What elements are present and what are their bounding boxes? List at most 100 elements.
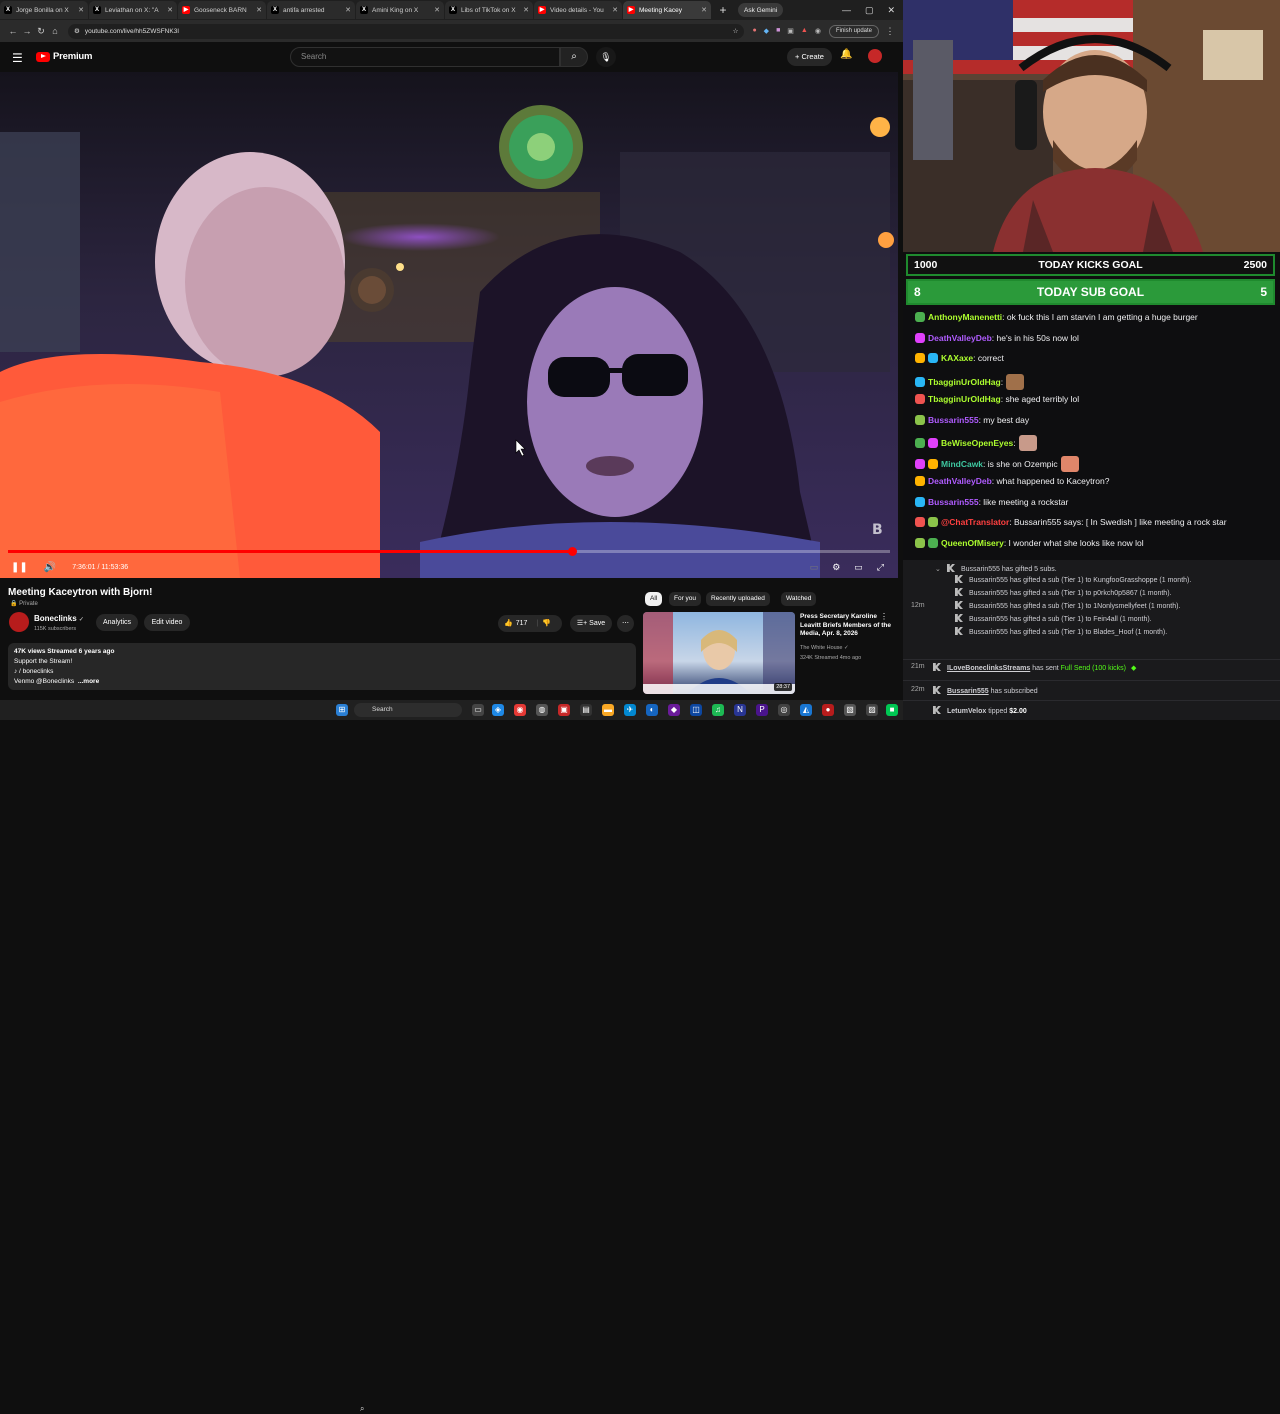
app-icon[interactable]: ▣ <box>558 704 570 716</box>
new-tab-button[interactable]: + <box>716 3 730 17</box>
chip-all[interactable]: All <box>645 592 663 606</box>
chip-recently-uploaded[interactable]: Recently uploaded <box>706 592 770 606</box>
event-username[interactable]: Bussarin555 <box>969 603 1008 610</box>
channel-avatar[interactable] <box>9 612 29 632</box>
volume-icon[interactable]: 🔊 <box>44 562 56 573</box>
app-icon[interactable]: ● <box>822 704 834 716</box>
pause-icon[interactable]: ❚❚ <box>11 562 28 573</box>
browser-tab[interactable]: ▶ Meeting Kacey ✕ <box>623 1 711 19</box>
chat-username[interactable]: Bussarin555 <box>928 415 979 425</box>
chat-username[interactable]: Bussarin555 <box>928 497 979 507</box>
profile-icon[interactable]: ◉ <box>815 27 821 35</box>
progress-bar[interactable] <box>8 547 890 556</box>
event-username[interactable]: LetumVelox <box>947 708 986 715</box>
app-icon[interactable]: ◭ <box>800 704 812 716</box>
chat-username[interactable]: @ChatTranslator <box>941 517 1009 527</box>
home-icon[interactable]: ⌂ <box>48 26 62 36</box>
settings-gear-icon[interactable]: ⚙ <box>832 562 840 573</box>
reload-icon[interactable]: ↻ <box>34 26 48 37</box>
chat-username[interactable]: MindCawk <box>941 459 983 469</box>
event-username[interactable]: Bussarin555 <box>947 688 989 695</box>
taskbar-search[interactable]: Search <box>354 703 462 717</box>
browser-tab[interactable]: X Amini King on X ✕ <box>356 1 444 19</box>
subtitles-icon[interactable]: ▭ <box>810 562 819 573</box>
event-username[interactable]: Bussarin555 <box>969 577 1008 584</box>
create-button[interactable]: + Create <box>787 48 832 66</box>
app-icon[interactable]: ◆ <box>668 704 680 716</box>
browser-tab[interactable]: ▶ Gooseneck BARN ✕ <box>178 1 266 19</box>
close-window-icon[interactable]: ✕ <box>887 5 895 16</box>
event-username[interactable]: ILoveBoneclinksStreams <box>947 665 1030 672</box>
theater-mode-icon[interactable]: ▭ <box>854 562 863 573</box>
url-field[interactable]: ⚙ youtube.com/live/hh5ZWSFNK3I ☆ <box>68 23 745 39</box>
bookmark-star-icon[interactable]: ☆ <box>733 27 739 35</box>
browser-tab[interactable]: Xantifa arrested ✕ <box>267 1 355 19</box>
extension-icon[interactable]: ▲ <box>801 27 808 35</box>
more-actions-icon[interactable]: ⋯ <box>617 615 634 632</box>
premiere-icon[interactable]: P <box>756 704 768 716</box>
channel-name[interactable]: Boneclinks ✓ <box>34 614 84 623</box>
tab-close-icon[interactable]: ✕ <box>701 6 707 14</box>
recommendation-channel[interactable]: The White House ✓ <box>800 645 849 651</box>
extension-icon[interactable]: ● <box>752 27 756 35</box>
progress-scrubber-handle[interactable] <box>567 547 577 556</box>
edge-icon[interactable]: ◐ <box>646 704 658 716</box>
tab-close-icon[interactable]: ✕ <box>523 6 529 14</box>
chip-watched[interactable]: Watched <box>781 592 817 606</box>
back-icon[interactable]: ← <box>6 26 20 36</box>
recommendation-thumbnail[interactable]: 28:37 <box>643 612 795 694</box>
tab-close-icon[interactable]: ✕ <box>78 6 84 14</box>
event-username[interactable]: Bussarin555 <box>969 629 1008 636</box>
chrome-icon[interactable]: ◉ <box>514 704 526 716</box>
extension-icon[interactable]: ■ <box>776 27 780 35</box>
minimize-icon[interactable]: — <box>842 5 851 16</box>
youtube-logo[interactable]: Premium <box>36 51 92 62</box>
browser-tab[interactable]: ▶ Video details - You ✕ <box>534 1 622 19</box>
description-link[interactable]: ♪ / boneclinks <box>14 667 630 677</box>
app-icon[interactable]: ◫ <box>690 704 702 716</box>
microphone-icon[interactable]: 🎙 <box>596 47 616 67</box>
notifications-bell-icon[interactable]: 🔔 <box>840 49 852 60</box>
edit-video-button[interactable]: Edit video <box>144 614 190 631</box>
app-icon[interactable]: ▧ <box>844 704 856 716</box>
collapse-chevron-icon[interactable]: ⌄ <box>935 565 941 573</box>
finish-update-button[interactable]: Finish update <box>828 24 879 38</box>
chat-username[interactable]: DeathValleyDeb <box>928 333 992 343</box>
app-icon[interactable]: ▨ <box>866 704 878 716</box>
video-player[interactable]: B ❚❚ 🔊 7:36:01 / 11:53:36 ▭ ⚙ ▭ ⤢ <box>0 72 898 578</box>
tab-close-icon[interactable]: ✕ <box>345 6 351 14</box>
file-explorer-icon[interactable]: ▬ <box>602 704 614 716</box>
chat-username[interactable]: QueenOfMisery <box>941 538 1004 548</box>
chat-username[interactable]: KAXaxe <box>941 353 973 363</box>
browser-tab[interactable]: X Leviathan on X: "A ✕ <box>89 1 177 19</box>
search-input[interactable]: Search <box>290 47 560 67</box>
extension-icon[interactable]: ▣ <box>787 27 794 35</box>
windows-start-icon[interactable]: ⊞ <box>336 704 348 716</box>
chat-username[interactable]: AnthonyManenetti <box>928 312 1002 322</box>
app-icon[interactable]: ◎ <box>778 704 790 716</box>
chat-username[interactable]: DeathValleyDeb <box>928 476 992 486</box>
chat-username[interactable]: BeWiseOpenEyes <box>941 438 1013 448</box>
event-username[interactable]: Bussarin555 <box>969 590 1008 597</box>
site-info-icon[interactable]: ⚙ <box>74 27 80 35</box>
chat-username[interactable]: TbagginUrOldHag <box>928 377 1001 387</box>
copilot-icon[interactable]: ◈ <box>492 704 504 716</box>
forward-icon[interactable]: → <box>20 26 34 36</box>
task-view-icon[interactable]: ▭ <box>472 704 484 716</box>
tab-close-icon[interactable]: ✕ <box>256 6 262 14</box>
tab-close-icon[interactable]: ✕ <box>167 6 173 14</box>
app-icon[interactable]: ✈ <box>624 704 636 716</box>
description-more-link[interactable]: ...more <box>78 678 99 685</box>
description-box[interactable]: 47K views Streamed 6 years ago Support t… <box>8 643 636 690</box>
search-icon[interactable]: ⌕ <box>560 47 588 67</box>
tab-close-icon[interactable]: ✕ <box>434 6 440 14</box>
chat-username[interactable]: TbagginUrOldHag <box>928 394 1001 404</box>
event-username[interactable]: Bussarin555 <box>969 616 1008 623</box>
app-icon[interactable]: N <box>734 704 746 716</box>
extension-icon[interactable]: ◆ <box>764 27 769 35</box>
browser-tab[interactable]: X Libs of TikTok on X ✕ <box>445 1 533 19</box>
browser-menu-icon[interactable]: ⋮ <box>883 26 897 37</box>
save-button[interactable]: ☰+ Save <box>570 615 612 632</box>
recommendation-title[interactable]: Press Secretary Karoline Leavitt Briefs … <box>800 613 892 639</box>
account-avatar[interactable] <box>868 49 882 63</box>
